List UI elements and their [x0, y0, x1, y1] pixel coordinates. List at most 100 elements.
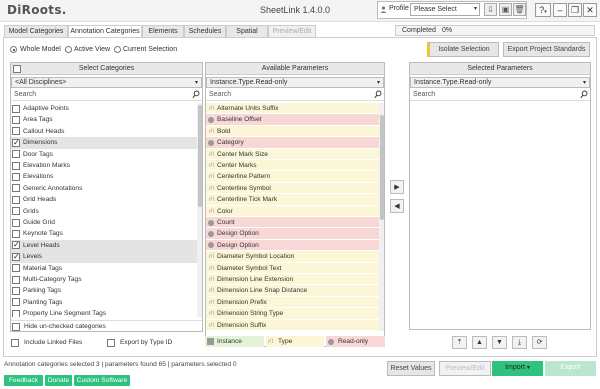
tab-elements[interactable]: Elements	[142, 25, 184, 37]
help-button[interactable]: ?▾	[535, 3, 551, 17]
tab-schedules[interactable]: Schedules	[184, 25, 226, 37]
category-checkbox[interactable]	[12, 298, 20, 307]
parameter-item[interactable]: ⛙ Dimension String Type	[206, 308, 379, 320]
move-down-button[interactable]: ▼	[492, 336, 507, 349]
parameter-item[interactable]: Count	[206, 217, 379, 229]
selected-search-input[interactable]: Search	[410, 90, 590, 101]
discipline-dropdown[interactable]: <All Disciplines> ▾	[11, 77, 202, 88]
delete-icon[interactable]: 🗑	[513, 3, 526, 16]
parameter-item[interactable]: ⛙ Centerline Tick Mark	[206, 194, 379, 206]
category-checkbox[interactable]	[12, 184, 20, 193]
category-checkbox[interactable]	[12, 229, 20, 238]
preview-edit-button[interactable]: Preview/Edit	[439, 361, 491, 376]
hide-unchecked-checkbox[interactable]	[12, 323, 20, 331]
category-checkbox[interactable]	[12, 161, 20, 170]
profile-select[interactable]: Please Select ▾	[410, 3, 480, 16]
category-checkbox[interactable]	[12, 252, 20, 261]
category-item[interactable]: Grids	[11, 206, 197, 217]
category-checkbox[interactable]	[12, 286, 20, 295]
category-item[interactable]: Generic Annotations	[11, 183, 197, 194]
parameter-item[interactable]: ⛙ Bold	[206, 125, 379, 138]
import-button[interactable]: Import ▾	[492, 361, 543, 376]
move-up-button[interactable]: ▲	[472, 336, 487, 349]
parameter-item[interactable]: Baseline Offset	[206, 114, 379, 126]
category-checkbox[interactable]	[12, 127, 20, 136]
export-project-standards-button[interactable]: Export Project Standards	[503, 42, 590, 57]
category-item[interactable]: Callout Heads	[11, 126, 197, 137]
category-item[interactable]: Multi-Category Tags	[11, 274, 197, 285]
tab-spatial[interactable]: Spatial	[226, 25, 268, 37]
category-item[interactable]: Keynote Tags	[11, 228, 197, 239]
selected-filter-dropdown[interactable]: Instance.Type.Read-only ▾	[410, 77, 590, 88]
category-item[interactable]: Level Heads	[11, 239, 197, 252]
include-linked-checkbox[interactable]	[11, 339, 19, 347]
parameter-item[interactable]: ⛙ Dimension Prefix	[206, 296, 379, 309]
category-item[interactable]: Material Tags	[11, 263, 197, 274]
category-checkbox[interactable]	[12, 275, 20, 284]
radio-active-view[interactable]	[65, 46, 72, 53]
reset-values-button[interactable]: Reset Values	[387, 361, 435, 376]
category-item[interactable]: Grid Heads	[11, 194, 197, 205]
category-checkbox[interactable]	[12, 240, 20, 250]
category-checkbox[interactable]	[12, 172, 20, 181]
category-item[interactable]: Elevation Marks	[11, 160, 197, 171]
parameter-item[interactable]: Design Option	[206, 239, 379, 252]
category-item[interactable]: Adaptive Points	[11, 103, 197, 114]
export-button[interactable]: Export	[545, 361, 596, 376]
category-checkbox[interactable]	[12, 150, 20, 159]
category-item[interactable]: Levels	[11, 251, 197, 263]
categories-search-input[interactable]: Search	[11, 90, 202, 101]
parameter-item[interactable]: ⛙ Diameter Symbol Text	[206, 262, 379, 274]
radio-current-selection[interactable]	[114, 46, 121, 53]
category-item[interactable]: Elevations	[11, 171, 197, 182]
parameter-item[interactable]: ⛙ Dimension Suffix	[206, 319, 379, 331]
category-item[interactable]: Area Tags	[11, 114, 197, 125]
category-item[interactable]: Dimensions	[11, 137, 197, 149]
feedback-button[interactable]: Feedback	[4, 375, 43, 386]
tab-annotation-categories[interactable]: Annotation Categories	[68, 25, 142, 37]
category-checkbox[interactable]	[12, 218, 20, 227]
parameter-item[interactable]: ⛙ Centerline Symbol	[206, 182, 379, 195]
category-item[interactable]: Door Tags	[11, 149, 197, 160]
parameter-item[interactable]: ⛙ Color	[206, 205, 379, 217]
available-scrollbar[interactable]	[379, 103, 384, 331]
category-item[interactable]: Planting Tags	[11, 297, 197, 308]
move-bottom-button[interactable]: ⤓	[512, 336, 527, 349]
categories-scrollbar[interactable]	[197, 103, 202, 317]
available-filter-dropdown[interactable]: Instance.Type.Read-only ▾	[206, 77, 384, 88]
category-checkbox[interactable]	[12, 207, 20, 216]
category-checkbox[interactable]	[12, 195, 20, 204]
available-search-input[interactable]: Search	[206, 90, 384, 101]
parameter-item[interactable]: ⛙ Alternate Units Suffix	[206, 103, 379, 115]
export-by-type-checkbox[interactable]	[107, 339, 115, 347]
remove-parameter-button[interactable]: ◀	[390, 199, 404, 213]
category-item[interactable]: Parking Tags	[11, 285, 197, 296]
tab-model-categories[interactable]: Model Categories	[4, 25, 68, 37]
move-top-button[interactable]: ⤒	[452, 336, 467, 349]
donate-button[interactable]: Donate	[45, 375, 72, 386]
parameter-item[interactable]: Category	[206, 137, 379, 149]
parameter-item[interactable]: ⛙ Dimension Line Snap Distance	[206, 285, 379, 297]
tab-preview-edit[interactable]: Preview/Edit	[268, 25, 316, 37]
minimize-icon[interactable]: –	[553, 3, 567, 17]
category-checkbox[interactable]	[12, 104, 20, 113]
parameter-item[interactable]: Design Option	[206, 228, 379, 240]
category-checkbox[interactable]	[12, 138, 20, 147]
scrollbar-thumb[interactable]	[379, 115, 384, 220]
disk-icon[interactable]: ▣	[499, 3, 512, 16]
category-checkbox[interactable]	[12, 309, 20, 317]
category-checkbox[interactable]	[12, 264, 20, 273]
parameter-item[interactable]: ⛙ Dimension Line Extension	[206, 274, 379, 286]
parameter-item[interactable]: ⛙ Center Mark Size	[206, 148, 379, 160]
scrollbar-thumb[interactable]	[197, 105, 202, 207]
parameter-item[interactable]: ⛙ Centerline Pattern	[206, 171, 379, 183]
category-item[interactable]: Guide Grid	[11, 217, 197, 228]
select-all-checkbox[interactable]	[13, 65, 21, 73]
refresh-icon[interactable]: ⟳	[532, 336, 547, 349]
hide-unchecked-row[interactable]: Hide un-checked categories	[11, 320, 202, 331]
isolate-selection-button[interactable]: Isolate Selection	[427, 42, 499, 57]
category-item[interactable]: Property Line Segment Tags	[11, 308, 197, 317]
custom-software-button[interactable]: Custom Software	[74, 375, 130, 386]
parameter-item[interactable]: ⛙ Center Marks	[206, 160, 379, 172]
add-parameter-button[interactable]: ▶	[390, 180, 404, 194]
